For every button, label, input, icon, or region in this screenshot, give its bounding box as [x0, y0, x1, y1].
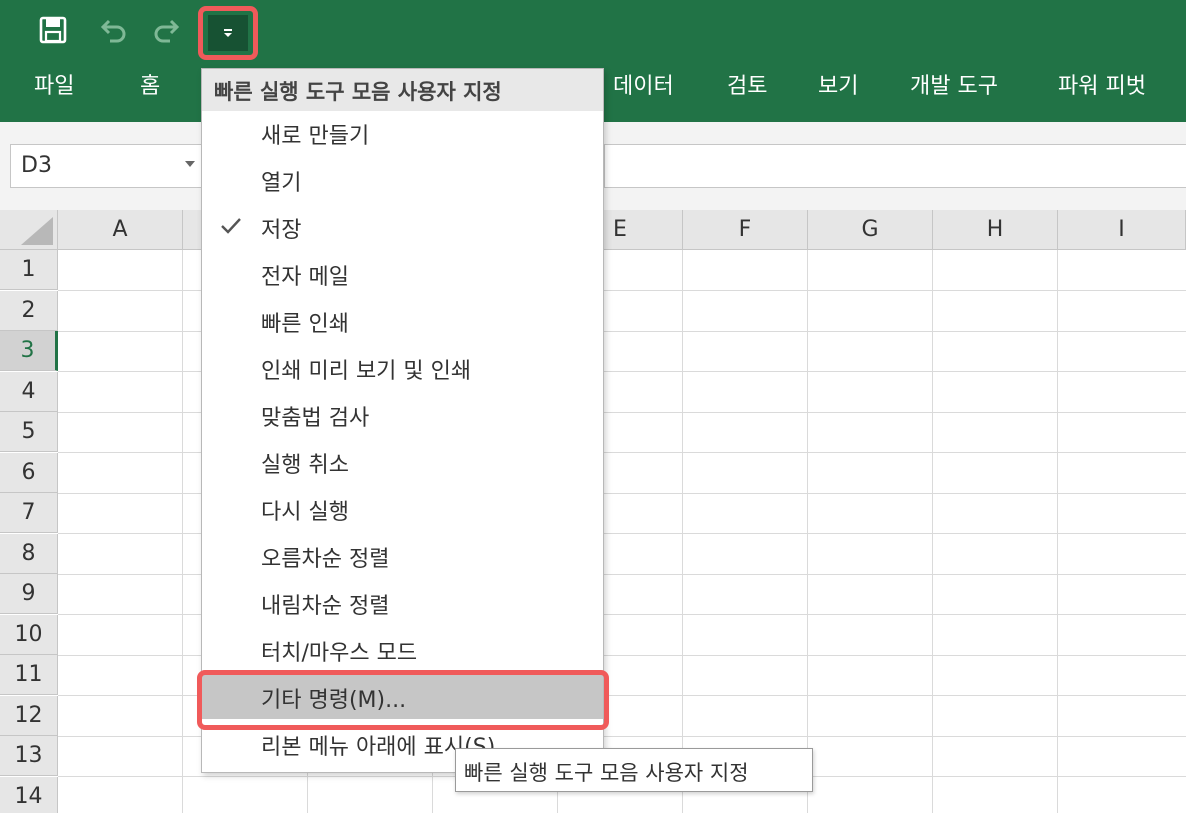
customize-quick-access-button[interactable] — [198, 6, 258, 60]
row-header-12[interactable]: 12 — [0, 695, 58, 736]
menu-item-label: 터치/마우스 모드 — [261, 641, 418, 666]
menu-header: 빠른 실행 도구 모음 사용자 지정 — [202, 69, 603, 111]
undo-icon[interactable] — [98, 14, 128, 46]
menu-item-label: 전자 메일 — [261, 265, 349, 290]
menu-item[interactable]: 인쇄 미리 보기 및 인쇄 — [202, 346, 603, 390]
row-header-11[interactable]: 11 — [0, 655, 58, 695]
menu-item[interactable]: 오름차순 정렬 — [202, 534, 603, 578]
row-header-4[interactable]: 4 — [0, 371, 58, 412]
menu-item[interactable]: 새로 만들기 — [202, 111, 603, 155]
column-header-i[interactable]: I — [1058, 210, 1186, 250]
name-box[interactable]: D3 — [10, 144, 202, 188]
tab-review[interactable]: 검토 — [727, 72, 767, 102]
menu-item-label: 실행 취소 — [261, 453, 349, 478]
column-header-g[interactable]: G — [808, 210, 933, 250]
chevron-down-icon[interactable] — [185, 161, 195, 167]
column-header-a[interactable]: A — [58, 210, 183, 250]
menu-item-label: 빠른 인쇄 — [261, 312, 349, 337]
row-header-5[interactable]: 5 — [0, 412, 58, 452]
tab-developer[interactable]: 개발 도구 — [910, 72, 998, 102]
customize-quick-access-menu: 빠른 실행 도구 모음 사용자 지정 새로 만들기열기저장전자 메일빠른 인쇄인… — [201, 68, 604, 773]
customize-dropdown-icon — [208, 15, 248, 51]
row-header-9[interactable]: 9 — [0, 574, 58, 614]
row-header-3[interactable]: 3 — [0, 331, 58, 371]
menu-item[interactable]: 내림차순 정렬 — [202, 581, 603, 625]
menu-item[interactable]: 기타 명령(M)... — [202, 675, 603, 719]
save-icon[interactable] — [38, 14, 68, 46]
checkmark-icon — [218, 213, 244, 239]
menu-title: 빠른 실행 도구 모음 사용자 지정 — [214, 80, 502, 104]
formula-input[interactable] — [604, 144, 1186, 188]
tab-power-pivot[interactable]: 파워 피벗 — [1058, 72, 1146, 102]
menu-item[interactable]: 빠른 인쇄 — [202, 299, 603, 343]
select-all-button[interactable] — [0, 210, 58, 250]
quick-access-toolbar — [0, 0, 1186, 62]
redo-icon[interactable] — [152, 14, 182, 46]
tab-view[interactable]: 보기 — [818, 72, 858, 102]
column-gridline — [1057, 250, 1058, 813]
name-box-value: D3 — [21, 153, 52, 178]
row-header-2[interactable]: 2 — [0, 290, 58, 331]
menu-item-label: 다시 실행 — [261, 500, 349, 525]
menu-item-label: 내림차순 정렬 — [261, 594, 390, 619]
menu-item-label: 맞춤법 검사 — [261, 406, 370, 431]
row-header-8[interactable]: 8 — [0, 533, 58, 574]
menu-item[interactable]: 터치/마우스 모드 — [202, 628, 603, 672]
column-header-h[interactable]: H — [933, 210, 1058, 250]
menu-item-label: 열기 — [261, 171, 302, 196]
tab-home[interactable]: 홈 — [140, 72, 160, 102]
row-header-13[interactable]: 13 — [0, 736, 58, 776]
menu-item[interactable]: 저장 — [202, 205, 603, 249]
row-header-7[interactable]: 7 — [0, 493, 58, 533]
menu-item[interactable]: 맞춤법 검사 — [202, 393, 603, 437]
column-gridline — [807, 250, 808, 813]
tooltip-text: 빠른 실행 도구 모음 사용자 지정 — [464, 761, 749, 785]
menu-item[interactable]: 전자 메일 — [202, 252, 603, 296]
tab-data[interactable]: 데이터 — [613, 72, 674, 102]
tab-file[interactable]: 파일 — [34, 72, 74, 102]
column-gridline — [932, 250, 933, 813]
row-header-14[interactable]: 14 — [0, 776, 58, 813]
menu-item[interactable]: 열기 — [202, 158, 603, 202]
row-header-1[interactable]: 1 — [0, 250, 58, 290]
menu-item-label: 오름차순 정렬 — [261, 547, 390, 572]
row-header-10[interactable]: 10 — [0, 614, 58, 655]
column-header-f[interactable]: F — [683, 210, 808, 250]
column-gridline — [682, 250, 683, 813]
tooltip: 빠른 실행 도구 모음 사용자 지정 — [455, 748, 813, 792]
menu-item-label: 새로 만들기 — [261, 124, 370, 149]
menu-item-label: 저장 — [261, 218, 302, 243]
column-gridline — [182, 250, 183, 813]
menu-item-label: 기타 명령(M)... — [261, 688, 407, 713]
menu-item-label: 인쇄 미리 보기 및 인쇄 — [261, 359, 472, 384]
menu-item[interactable]: 실행 취소 — [202, 440, 603, 484]
menu-item[interactable]: 다시 실행 — [202, 487, 603, 531]
row-header-6[interactable]: 6 — [0, 452, 58, 493]
